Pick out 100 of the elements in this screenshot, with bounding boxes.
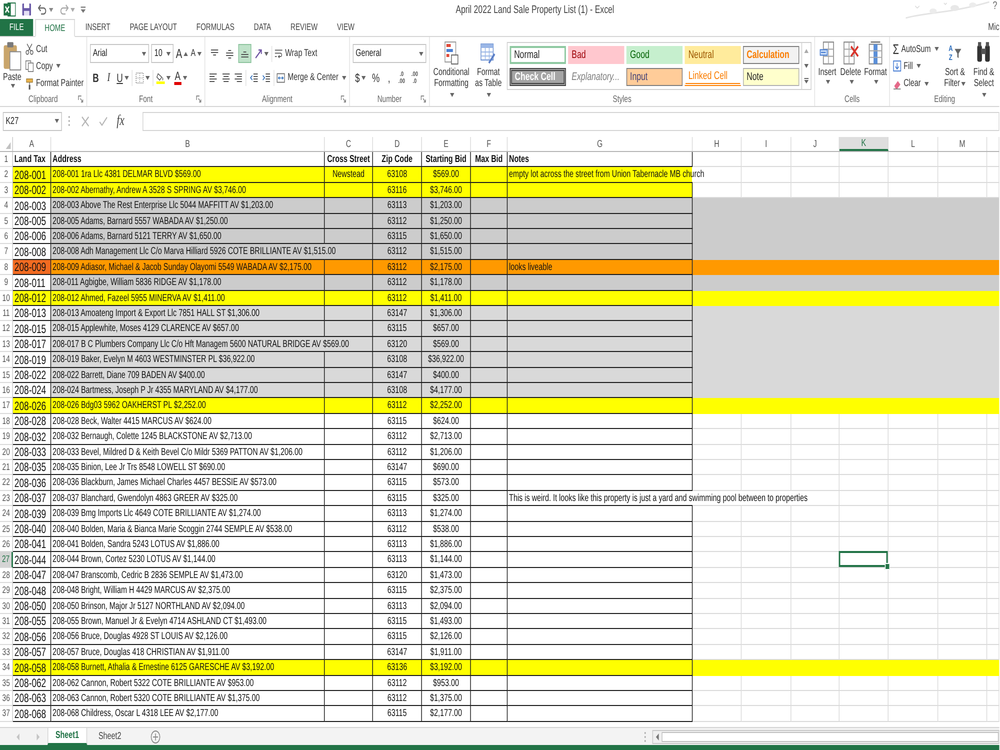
italic-button[interactable]: I: [104, 68, 114, 87]
row-number[interactable]: 9: [0, 275, 13, 291]
row-number[interactable]: 33: [0, 645, 13, 660]
row-number[interactable]: 28: [0, 568, 13, 583]
ribbon-tab[interactable]: REVIEW: [282, 19, 326, 36]
column-header[interactable]: D: [372, 137, 422, 151]
column-header[interactable]: K: [840, 137, 888, 151]
dialog-launcher-icon[interactable]: [420, 95, 426, 103]
account-name[interactable]: Mic: [988, 22, 1000, 33]
row-number[interactable]: 6: [0, 229, 13, 244]
wrap-text-button[interactable]: Wrap Text: [274, 45, 318, 62]
formula-input[interactable]: [142, 112, 1000, 130]
undo-icon[interactable]: [37, 3, 48, 16]
row-number[interactable]: 36: [0, 691, 13, 706]
dialog-launcher-icon[interactable]: [340, 95, 346, 103]
redo-icon[interactable]: [59, 3, 70, 16]
add-sheet-icon[interactable]: [150, 730, 160, 744]
ribbon-tab[interactable]: VIEW: [328, 19, 364, 36]
row-number[interactable]: 4: [0, 198, 13, 214]
dialog-launcher-icon[interactable]: [196, 95, 202, 103]
ribbon-tab[interactable]: INSERT: [76, 19, 119, 36]
scroll-down-icon[interactable]: [804, 62, 810, 69]
row-number[interactable]: 17: [0, 398, 13, 414]
row-number[interactable]: 10: [0, 291, 13, 306]
name-box[interactable]: K27: [2, 112, 62, 130]
row-number[interactable]: 20: [0, 445, 13, 460]
column-header[interactable]: F: [470, 137, 508, 151]
row-number[interactable]: 34: [0, 660, 13, 676]
underline-button[interactable]: U: [116, 68, 130, 87]
font-color-button[interactable]: A: [173, 68, 188, 87]
shrink-font-button[interactable]: A: [190, 44, 202, 63]
row-number[interactable]: 21: [0, 460, 13, 475]
scroll-up-icon[interactable]: [804, 48, 810, 54]
scrollbar-thumb[interactable]: [662, 732, 999, 742]
sort-filter-button[interactable]: A Z Sort & Filter: [942, 40, 968, 92]
row-number[interactable]: 14: [0, 352, 13, 368]
row-number[interactable]: 31: [0, 614, 13, 629]
cancel-icon[interactable]: [80, 114, 90, 128]
currency-button[interactable]: $: [352, 68, 368, 87]
font-size-field[interactable]: 10: [152, 44, 174, 63]
column-header[interactable]: C: [324, 137, 373, 151]
number-format-field[interactable]: General: [352, 44, 426, 63]
row-number[interactable]: 11: [0, 306, 13, 321]
paste-button[interactable]: Paste: [2, 40, 22, 92]
cell-style-option[interactable]: Bad: [568, 46, 624, 64]
merge-center-button[interactable]: Merge & Center: [276, 69, 346, 86]
row-number[interactable]: 16: [0, 383, 13, 398]
save-icon[interactable]: [22, 3, 32, 16]
font-name-field[interactable]: Arial: [90, 44, 150, 63]
row-number[interactable]: 12: [0, 321, 13, 337]
expand-gallery-icon[interactable]: [804, 78, 810, 84]
find-select-button[interactable]: Find & Select: [971, 40, 996, 92]
cell-style-option[interactable]: Input: [626, 68, 683, 86]
row-number[interactable]: 18: [0, 414, 13, 429]
row-number[interactable]: 5: [0, 214, 13, 229]
row-number[interactable]: 13: [0, 337, 13, 352]
ribbon-tab[interactable]: PAGE LAYOUT: [121, 19, 186, 36]
row-number[interactable]: 24: [0, 506, 13, 522]
row-number[interactable]: 25: [0, 522, 13, 537]
align-bottom-button[interactable]: [238, 44, 252, 63]
fill-button[interactable]: Fill: [892, 58, 939, 75]
row-number[interactable]: 19: [0, 429, 13, 445]
copy-button[interactable]: Copy: [25, 58, 84, 75]
checkmark-icon[interactable]: [98, 114, 108, 128]
clear-button[interactable]: Clear: [892, 76, 939, 92]
help-button[interactable]: ?: [990, 0, 1000, 12]
conditional-formatting-button[interactable]: Conditional Formatting: [432, 40, 470, 92]
column-header[interactable]: I: [742, 137, 792, 151]
delete-cells-button[interactable]: Delete: [840, 40, 862, 92]
dialog-launcher-icon[interactable]: [78, 95, 84, 103]
cell-style-option[interactable]: Note: [743, 68, 800, 86]
row-number[interactable]: 30: [0, 599, 13, 614]
comma-style-button[interactable]: ,: [384, 68, 394, 87]
format-as-table-button[interactable]: Format as Table: [474, 40, 504, 92]
column-header[interactable]: B: [51, 137, 325, 151]
row-number[interactable]: 8: [0, 260, 13, 275]
row-number[interactable]: 22: [0, 475, 13, 491]
sheet-tab[interactable]: Sheet2: [91, 728, 129, 745]
column-header[interactable]: L: [888, 137, 938, 151]
column-header[interactable]: M: [938, 137, 988, 151]
row-number[interactable]: 26: [0, 537, 13, 552]
row-number[interactable]: 15: [0, 368, 13, 383]
format-cells-button[interactable]: Format: [864, 40, 886, 92]
grip-dots-icon[interactable]: [644, 730, 647, 742]
customize-toolbar-icon[interactable]: [80, 6, 86, 14]
row-number[interactable]: 2: [0, 167, 13, 183]
bold-button[interactable]: B: [90, 68, 102, 87]
grip-dots-icon[interactable]: [68, 115, 71, 127]
autosum-button[interactable]: ΣAutoSum: [892, 41, 939, 58]
cell-style-option[interactable]: Good: [626, 46, 683, 64]
column-header[interactable]: H: [692, 137, 742, 151]
file-menu-button[interactable]: FILE: [0, 19, 34, 36]
row-number[interactable]: 35: [0, 676, 13, 691]
cell-style-option[interactable]: Normal: [510, 46, 566, 64]
row-number[interactable]: 37: [0, 706, 13, 722]
row-number[interactable]: 3: [0, 183, 13, 198]
ribbon-tab[interactable]: DATA: [245, 19, 280, 36]
sheet-tab[interactable]: Sheet1: [48, 728, 87, 745]
horizontal-scrollbar[interactable]: [652, 730, 1000, 744]
row-number[interactable]: 1: [0, 152, 13, 167]
